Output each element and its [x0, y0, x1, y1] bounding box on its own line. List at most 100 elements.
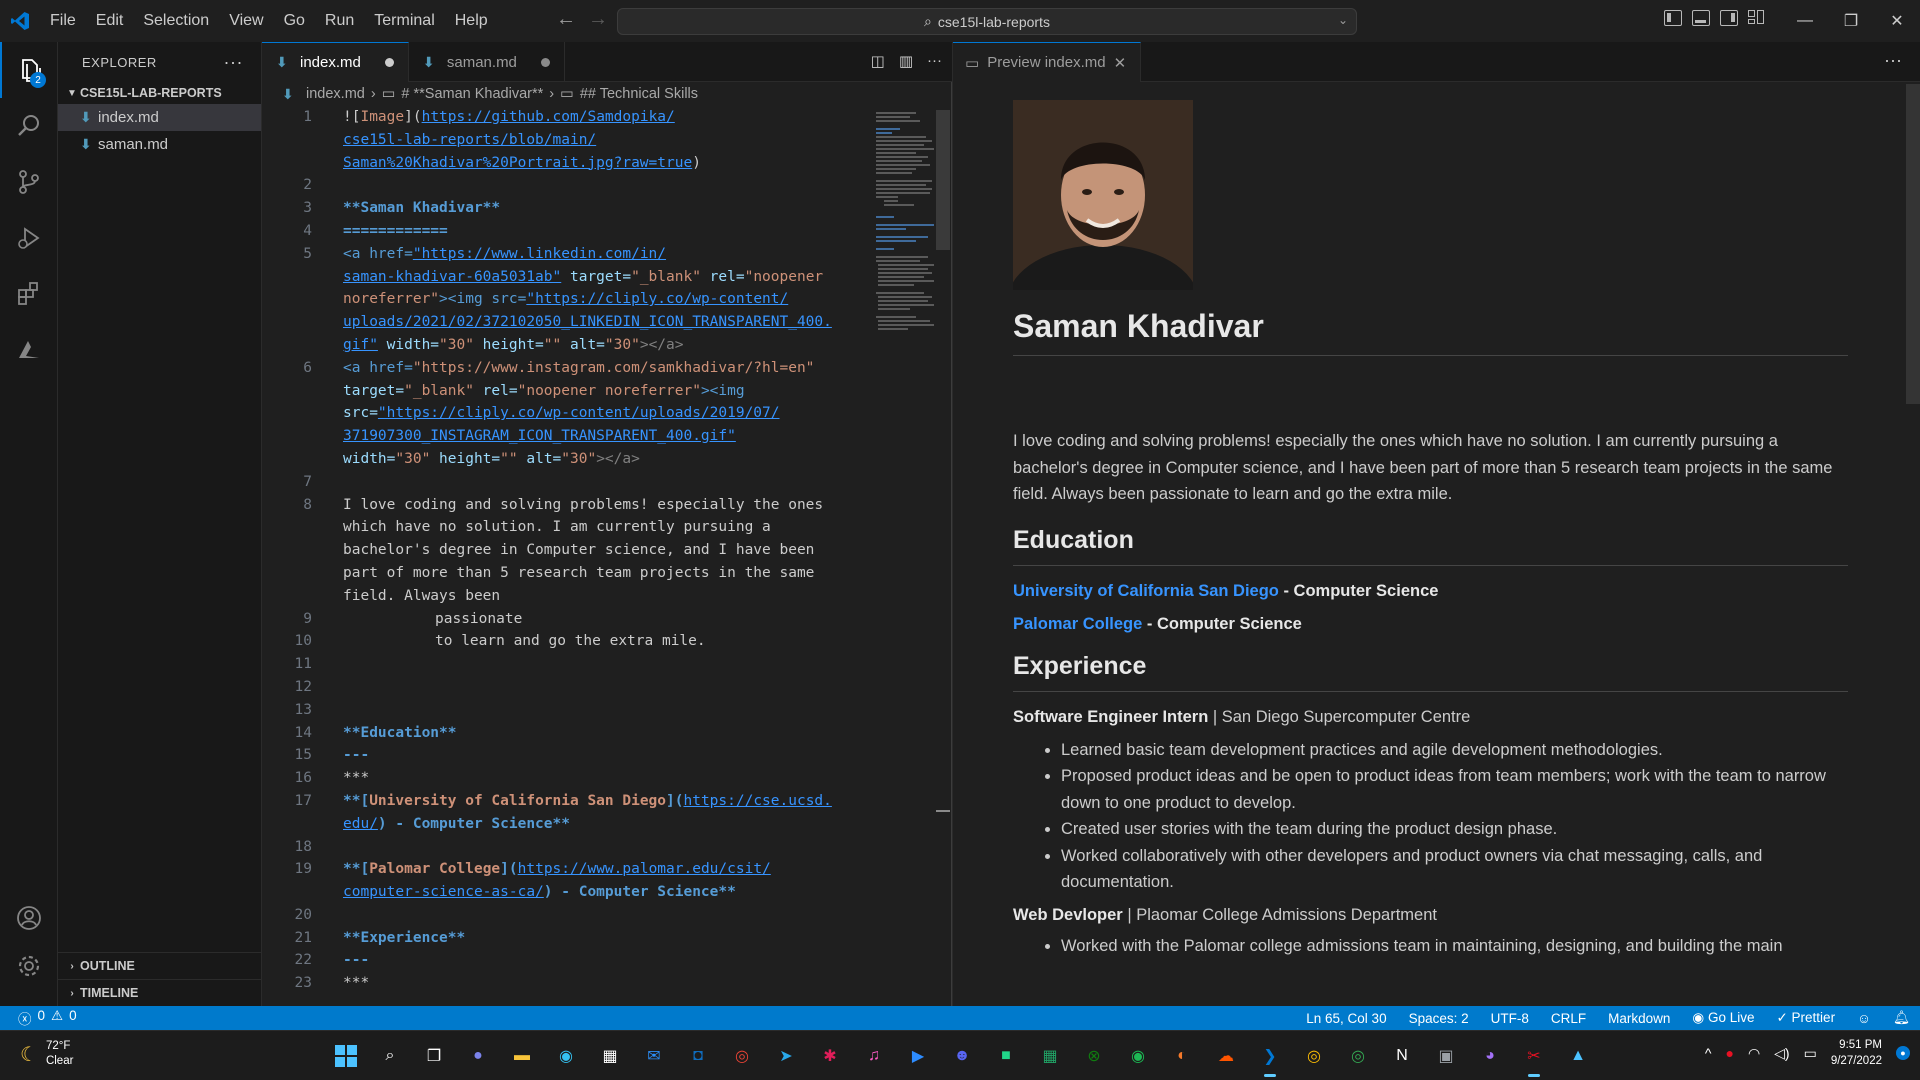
restore-icon[interactable]: ❐: [1828, 0, 1874, 42]
menu-edit[interactable]: Edit: [86, 0, 134, 42]
toggle-panel-icon[interactable]: [1692, 10, 1710, 26]
manage-activity[interactable]: [0, 938, 58, 994]
file-item-index[interactable]: ⬇ index.md: [58, 104, 261, 131]
ucsd-link[interactable]: University of California San Diego: [1013, 582, 1279, 600]
preview-scrollbar[interactable]: [1906, 84, 1920, 404]
soundcloud-icon[interactable]: ☁: [1210, 1040, 1242, 1072]
timeline-section[interactable]: › TIMELINE: [58, 979, 262, 1006]
chevron-up-icon[interactable]: ^: [1705, 1045, 1712, 1061]
file-item-saman[interactable]: ⬇ saman.md: [58, 131, 261, 158]
azure-activity[interactable]: [0, 322, 58, 378]
run-debug-activity[interactable]: [0, 210, 58, 266]
volume-icon[interactable]: ◁): [1774, 1045, 1789, 1062]
photos-icon[interactable]: ▲: [1562, 1040, 1594, 1072]
weather-widget[interactable]: ☾ 72°F Clear: [20, 1039, 73, 1069]
prettier-button[interactable]: ✓ Prettier: [1776, 1010, 1835, 1026]
pycharm-icon[interactable]: ■: [990, 1040, 1022, 1072]
chrome-icon[interactable]: ◎: [1342, 1040, 1374, 1072]
folder-header[interactable]: ▼ CSE15L-LAB-REPORTS: [58, 82, 261, 104]
menu-help[interactable]: Help: [445, 0, 498, 42]
unsaved-dot-icon[interactable]: [540, 57, 550, 67]
extensions-icon: [18, 282, 38, 305]
chrome-icon[interactable]: ◎: [1298, 1040, 1330, 1072]
go-live-button[interactable]: ◉ Go Live: [1692, 1010, 1754, 1026]
itunes-icon[interactable]: ♫: [858, 1040, 890, 1072]
github-icon[interactable]: ◕: [1474, 1040, 1506, 1072]
battery-icon[interactable]: ▭: [1804, 1045, 1817, 1062]
menu-file[interactable]: File: [40, 0, 86, 42]
toggle-secondary-sidebar-icon[interactable]: [1720, 10, 1738, 26]
teams-chat-icon[interactable]: ●: [462, 1040, 494, 1072]
more-actions-icon[interactable]: ···: [224, 52, 243, 73]
tab-preview-index[interactable]: ▭ Preview index.md ✕: [953, 42, 1142, 82]
back-arrow-icon[interactable]: ←: [556, 8, 576, 31]
tab-label: index.md: [300, 54, 361, 71]
excel-icon[interactable]: ▦: [1034, 1040, 1066, 1072]
command-center-search[interactable]: ⌕ cse15l-lab-reports ⌄: [617, 8, 1357, 35]
minimap[interactable]: [874, 110, 936, 338]
search-icon[interactable]: ⌕: [374, 1040, 406, 1072]
vscode-icon[interactable]: ❯: [1254, 1040, 1286, 1077]
toggle-primary-sidebar-icon[interactable]: [1664, 10, 1682, 26]
menu-view[interactable]: View: [219, 0, 273, 42]
notion-icon[interactable]: N: [1386, 1040, 1418, 1072]
explorer-activity[interactable]: 2: [0, 42, 58, 98]
wifi-icon[interactable]: ◠: [1748, 1045, 1760, 1062]
cursor-position[interactable]: Ln 65, Col 30: [1306, 1011, 1386, 1026]
start-icon[interactable]: [330, 1040, 362, 1072]
feedback-icon[interactable]: ☺: [1857, 1011, 1871, 1026]
blender-icon[interactable]: ◐: [1166, 1040, 1198, 1072]
code-editor[interactable]: 1 ![Image](https://github.com/Samdopika/ …: [262, 106, 952, 995]
breadcrumb-h2[interactable]: ## Technical Skills: [580, 86, 698, 102]
outlook-icon[interactable]: ◘: [682, 1040, 714, 1072]
xbox-icon[interactable]: ⊗: [1078, 1040, 1110, 1072]
encoding[interactable]: UTF-8: [1491, 1011, 1529, 1026]
chevron-down-icon[interactable]: ⌄: [1338, 13, 1348, 27]
notification-badge-icon[interactable]: ●: [1896, 1046, 1910, 1060]
breadcrumb-file[interactable]: index.md: [306, 86, 365, 102]
snipping-tool-icon[interactable]: ✂: [1518, 1040, 1550, 1077]
menu-go[interactable]: Go: [274, 0, 315, 42]
clock[interactable]: 9:51 PM 9/27/2022: [1831, 1037, 1882, 1069]
language-mode[interactable]: Markdown: [1608, 1011, 1670, 1026]
edge-icon[interactable]: ◉: [550, 1040, 582, 1072]
line-ending[interactable]: CRLF: [1551, 1011, 1586, 1026]
chrome-icon[interactable]: ◎: [726, 1040, 758, 1072]
mail-icon[interactable]: ✉: [638, 1040, 670, 1072]
breadcrumb-h1[interactable]: # **Saman Khadivar**: [401, 86, 543, 102]
close-icon[interactable]: ✕: [1114, 54, 1127, 72]
minimize-icon[interactable]: —: [1782, 0, 1828, 42]
app-tray-icon[interactable]: ●: [1725, 1045, 1733, 1061]
search-activity[interactable]: [0, 98, 58, 154]
more-actions-icon[interactable]: ···: [1884, 50, 1902, 71]
zoom-icon[interactable]: ▶: [902, 1040, 934, 1072]
task-view-icon[interactable]: ❐: [418, 1040, 450, 1072]
editor-scrollbar[interactable]: [936, 110, 950, 812]
forward-arrow-icon[interactable]: →: [588, 8, 608, 31]
spotify-icon[interactable]: ◉: [1122, 1040, 1154, 1072]
menu-selection[interactable]: Selection: [133, 0, 219, 42]
telegram-icon[interactable]: ➤: [770, 1040, 802, 1072]
discord-icon[interactable]: ☻: [946, 1040, 978, 1072]
video-app-icon[interactable]: ▣: [1430, 1040, 1462, 1072]
slack-icon[interactable]: ✱: [814, 1040, 846, 1072]
menu-run[interactable]: Run: [315, 0, 364, 42]
extensions-activity[interactable]: [0, 266, 58, 322]
close-icon[interactable]: ✕: [1874, 0, 1920, 42]
problems-indicator[interactable]: ⓧ 0 ⚠ 0: [0, 1008, 77, 1028]
unsaved-dot-icon[interactable]: [384, 58, 394, 67]
menu-terminal[interactable]: Terminal: [364, 0, 444, 42]
palomar-link[interactable]: Palomar College: [1013, 615, 1142, 633]
tab-saman-md[interactable]: ⬇ saman.md: [409, 42, 565, 82]
source-control-activity[interactable]: [0, 154, 58, 210]
more-actions-icon[interactable]: ···: [927, 52, 942, 70]
open-preview-icon[interactable]: ◫: [871, 52, 885, 70]
outline-section[interactable]: › OUTLINE: [58, 952, 262, 979]
split-editor-icon[interactable]: ▥: [899, 52, 913, 70]
tab-index-md[interactable]: ⬇ index.md: [262, 42, 409, 82]
notifications-bell-icon[interactable]: 🔔︎: [1893, 1010, 1910, 1026]
store-icon[interactable]: ▦: [594, 1040, 626, 1072]
customize-layout-icon[interactable]: [1748, 10, 1766, 26]
indentation[interactable]: Spaces: 2: [1409, 1011, 1469, 1026]
file-explorer-icon[interactable]: ▬: [506, 1040, 538, 1072]
